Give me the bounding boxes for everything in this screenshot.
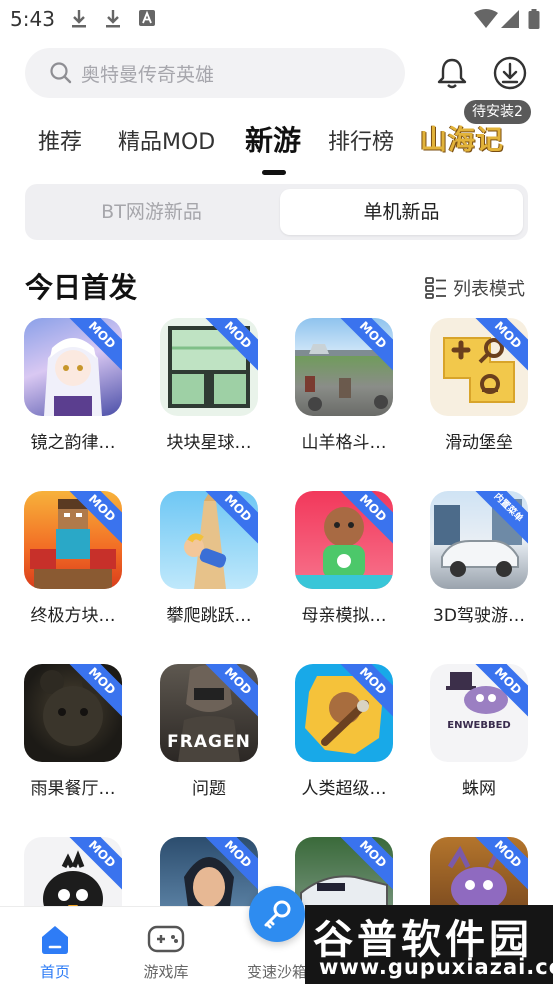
speed-sandbox-button[interactable] xyxy=(249,886,305,942)
search-bar[interactable]: 奥特曼传奇英雄 xyxy=(25,48,405,98)
search-icon xyxy=(49,61,73,89)
app-art-text: ENWEBBED xyxy=(447,720,511,731)
app-name: 3D驾驶游… xyxy=(433,606,525,626)
tab-ranking[interactable]: 排行榜 xyxy=(328,124,394,156)
download-manager-icon[interactable] xyxy=(492,55,528,95)
segment-bt-online[interactable]: BT网游新品 xyxy=(30,189,273,235)
app-icon: MOD xyxy=(24,664,122,762)
app-item[interactable]: MOD 块块星球… xyxy=(154,318,264,453)
app-icon: MOD xyxy=(24,491,122,589)
app-icon: MOD xyxy=(24,318,122,416)
segment-single-player[interactable]: 单机新品 xyxy=(280,189,523,235)
app-name: 雨果餐厅… xyxy=(30,779,116,799)
app-name: 山羊格斗… xyxy=(301,433,387,453)
app-icon: MOD xyxy=(430,318,528,416)
active-tab-indicator xyxy=(262,170,286,175)
app-name: 蛛网 xyxy=(462,779,496,799)
app-icon: FRAGEN MOD xyxy=(160,664,258,762)
nav-home-label: 首页 xyxy=(39,963,70,981)
tab-new-games[interactable]: 新游 xyxy=(245,119,301,159)
watermark: 谷普软件园 www.gupuxiazai.com xyxy=(305,905,553,984)
app-icon: ENWEBBED MOD xyxy=(430,664,528,762)
key-icon xyxy=(262,898,294,934)
app-name: 滑动堡垒 xyxy=(445,433,513,453)
list-mode-toggle[interactable]: 列表模式 xyxy=(425,275,525,301)
app-item[interactable]: MOD 镜之韵律… xyxy=(18,318,128,453)
app-item[interactable]: MOD 人类超级… xyxy=(289,664,399,799)
app-name: 母亲模拟… xyxy=(301,606,387,626)
app-name: 攀爬跳跃… xyxy=(166,606,252,626)
app-item[interactable]: MOD 母亲模拟… xyxy=(289,491,399,626)
app-name: 人类超级… xyxy=(301,779,387,799)
download-status-icon xyxy=(70,9,88,33)
tab-premium-mod[interactable]: 精品MOD xyxy=(118,124,215,156)
watermark-url: www.gupuxiazai.com xyxy=(319,955,553,979)
app-name: 块块星球… xyxy=(166,433,252,453)
app-item[interactable]: 内置菜单 3D驾驶游… xyxy=(424,491,534,626)
app-icon: MOD xyxy=(295,491,393,589)
app-item[interactable]: MOD 终极方块… xyxy=(18,491,128,626)
app-icon: 内置菜单 xyxy=(430,491,528,589)
status-bar: 5:43 xyxy=(0,0,553,36)
app-art-text: FRAGEN xyxy=(167,732,251,752)
app-item[interactable]: MOD 攀爬跳跃… xyxy=(154,491,264,626)
wifi-icon xyxy=(474,9,498,33)
app-notification-icon xyxy=(138,9,156,31)
app-icon: MOD xyxy=(295,318,393,416)
battery-icon xyxy=(528,9,540,33)
bell-icon[interactable] xyxy=(435,56,469,94)
status-time: 5:43 xyxy=(10,7,55,31)
app-icon: MOD xyxy=(295,664,393,762)
gamepad-icon xyxy=(147,925,185,957)
download-status-icon xyxy=(104,9,122,33)
section-title: 今日首发 xyxy=(25,271,138,304)
app-name: 问题 xyxy=(192,779,226,799)
signal-icon xyxy=(500,9,520,33)
list-icon xyxy=(425,277,446,299)
nav-game-library-label: 游戏库 xyxy=(143,963,189,981)
list-mode-label: 列表模式 xyxy=(453,279,525,300)
home-icon xyxy=(38,923,72,959)
app-item[interactable]: MOD 雨果餐厅… xyxy=(18,664,128,799)
search-placeholder: 奥特曼传奇英雄 xyxy=(81,64,215,86)
app-item[interactable]: FRAGEN MOD 问题 xyxy=(154,664,264,799)
tab-promo-shanhaiji[interactable]: 山海记 xyxy=(420,118,504,157)
tab-recommend[interactable]: 推荐 xyxy=(38,124,82,156)
app-name: 镜之韵律… xyxy=(30,433,116,453)
app-icon: MOD xyxy=(160,491,258,589)
app-item[interactable]: ENWEBBED MOD 蛛网 xyxy=(424,664,534,799)
segmented-control: BT网游新品 单机新品 xyxy=(25,184,528,240)
app-item[interactable]: MOD 滑动堡垒 xyxy=(424,318,534,453)
app-icon: MOD xyxy=(160,318,258,416)
app-item[interactable]: MOD 山羊格斗… xyxy=(289,318,399,453)
app-name: 终极方块… xyxy=(30,606,116,626)
